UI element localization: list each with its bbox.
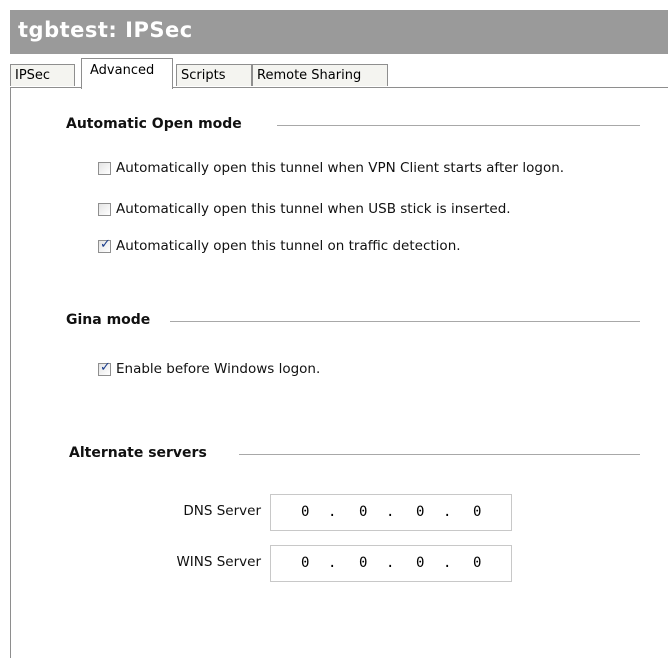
dns-octet-3: 0 [416, 504, 425, 520]
option-open-on-usb-insert-label: Automatically open this tunnel when USB … [116, 201, 511, 217]
dns-dot-1: . [328, 504, 337, 520]
wins-server-label: WINS Server [176, 554, 261, 570]
window-title: tgbtest: IPSec [18, 18, 193, 42]
option-open-on-vpn-start-label: Automatically open this tunnel when VPN … [116, 160, 565, 176]
dns-server-label: DNS Server [183, 503, 261, 519]
wins-dot-1: . [328, 555, 337, 571]
dns-dot-2: . [386, 504, 395, 520]
wins-dot-2: . [386, 555, 395, 571]
wins-server-input[interactable]: 0 . 0 . 0 . 0 [270, 545, 512, 582]
alternate-servers-title: Alternate servers [69, 445, 207, 461]
dns-dot-3: . [443, 504, 452, 520]
tab-ipsec[interactable]: IPSec [10, 64, 75, 86]
option-enable-before-logon-label: Enable before Windows logon. [116, 361, 321, 377]
checkbox-enable-before-logon[interactable] [98, 360, 111, 376]
wins-octet-2: 0 [359, 555, 368, 571]
gina-mode-divider [170, 321, 640, 322]
advanced-panel: Automatic Open mode Automatically open t… [10, 87, 668, 658]
option-open-on-vpn-start[interactable]: Automatically open this tunnel when VPN … [98, 158, 564, 178]
tab-advanced[interactable]: Advanced [81, 58, 173, 89]
option-open-on-traffic-label: Automatically open this tunnel on traffi… [116, 238, 461, 254]
gina-mode-title: Gina mode [66, 312, 151, 328]
dns-octet-4: 0 [473, 504, 482, 520]
alternate-servers-divider [239, 454, 640, 455]
wins-dot-3: . [443, 555, 452, 571]
tab-scripts[interactable]: Scripts [176, 64, 252, 86]
option-open-on-usb-insert[interactable]: Automatically open this tunnel when USB … [98, 199, 511, 219]
wins-octet-1: 0 [301, 555, 310, 571]
checkbox-open-on-traffic[interactable] [98, 237, 111, 253]
tab-remote-sharing[interactable]: Remote Sharing [252, 64, 388, 86]
dns-server-input[interactable]: 0 . 0 . 0 . 0 [270, 494, 512, 531]
tab-strip: IPSec Advanced Scripts Remote Sharing [10, 54, 668, 89]
automatic-open-mode-title: Automatic Open mode [66, 116, 242, 132]
title-bar: tgbtest: IPSec [10, 10, 668, 54]
automatic-open-divider [277, 125, 640, 126]
checkbox-open-on-usb-insert[interactable] [98, 202, 111, 216]
option-enable-before-logon[interactable]: Enable before Windows logon. [98, 359, 320, 379]
checkbox-open-on-vpn-start[interactable] [98, 161, 111, 175]
wins-octet-3: 0 [416, 555, 425, 571]
dns-octet-2: 0 [359, 504, 368, 520]
wins-octet-4: 0 [473, 555, 482, 571]
option-open-on-traffic[interactable]: Automatically open this tunnel on traffi… [98, 236, 461, 256]
dns-octet-1: 0 [301, 504, 310, 520]
